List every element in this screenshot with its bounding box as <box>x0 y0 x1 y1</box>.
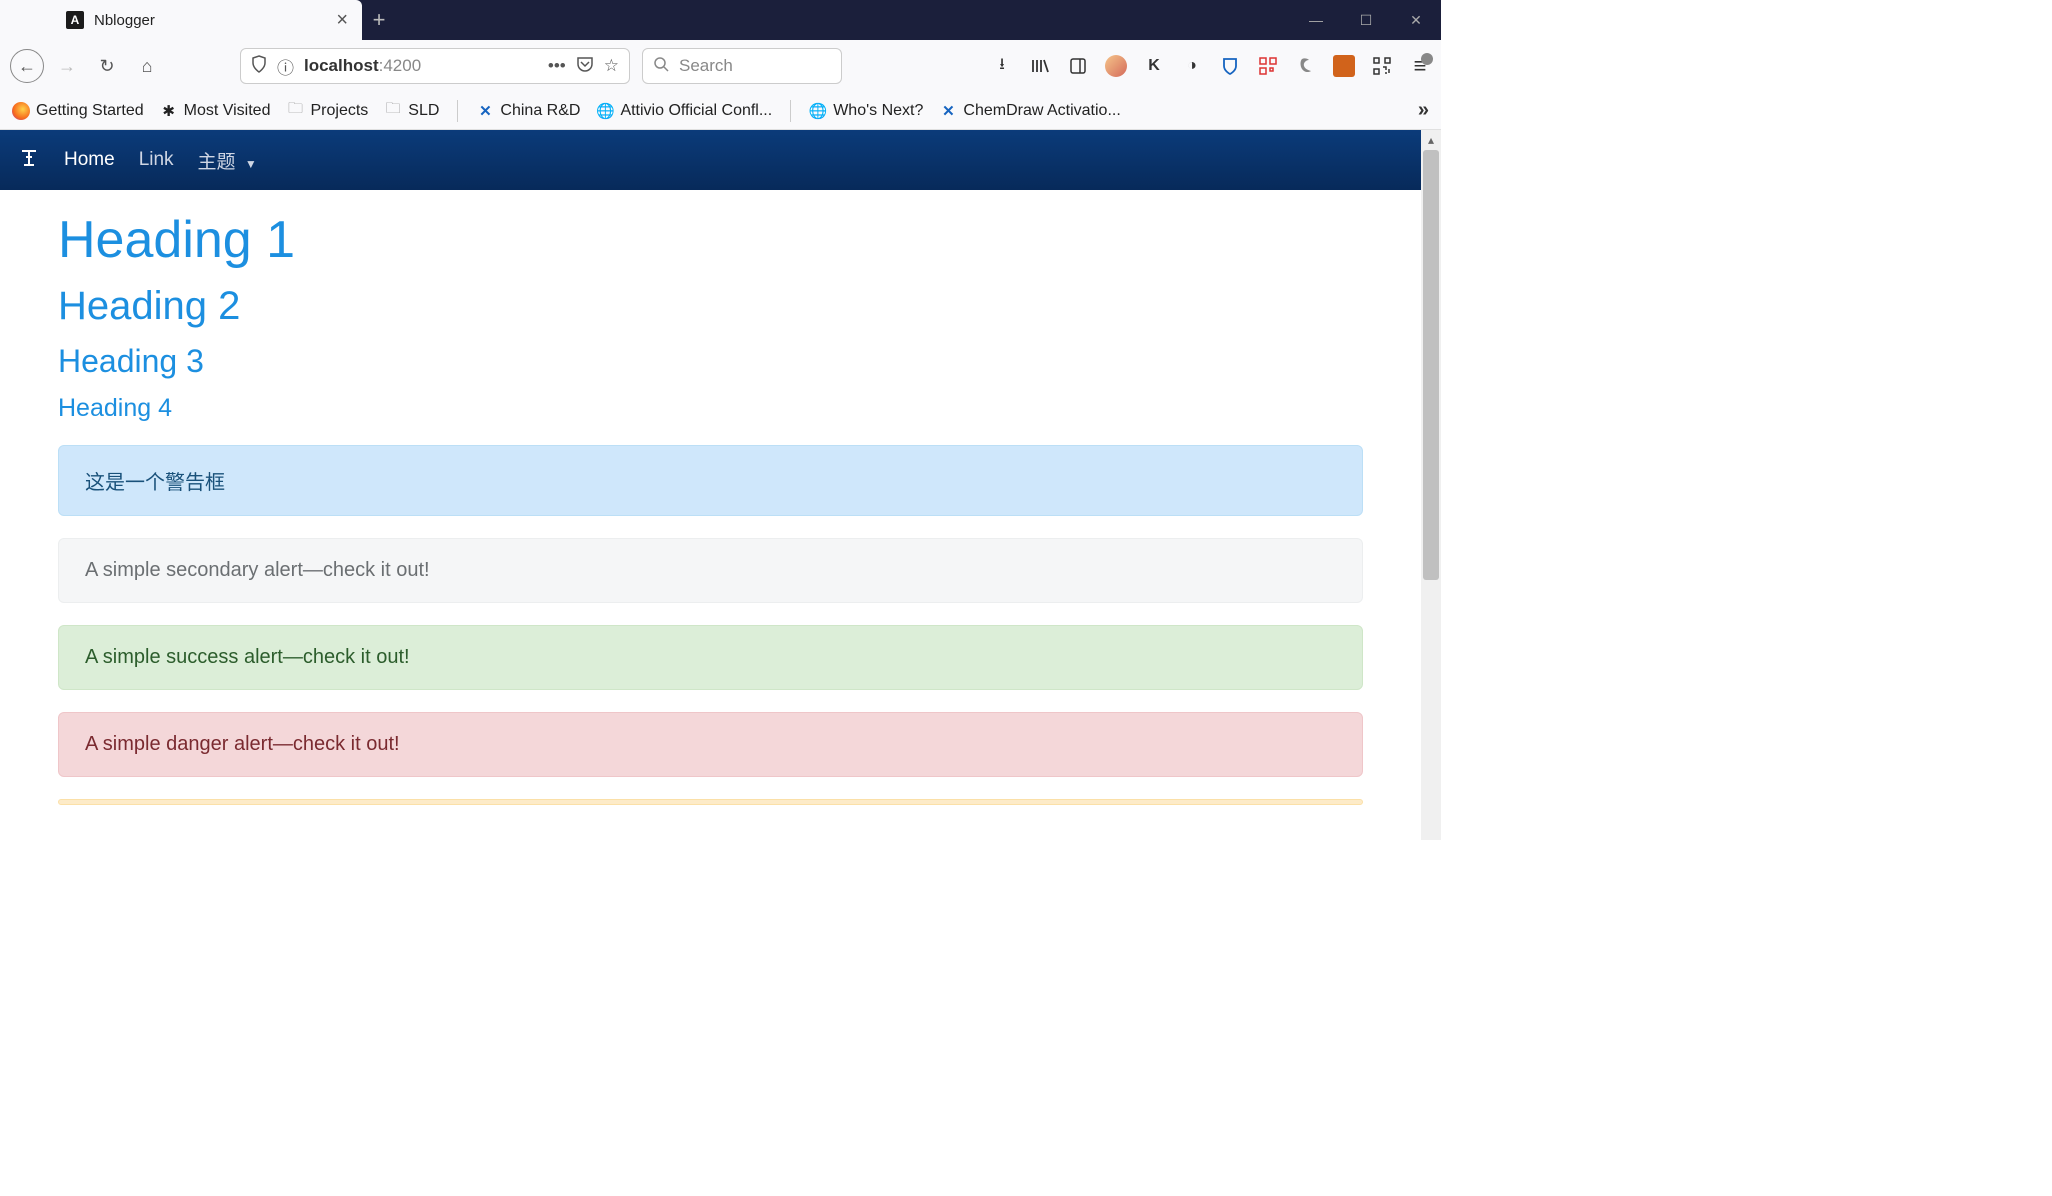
bookmark-label: Getting Started <box>36 102 144 120</box>
url-text: localhost:4200 <box>304 56 421 76</box>
app-navbar: Home Link 主题 ▼ <box>0 130 1421 190</box>
bookmark-chemdraw[interactable]: ✕ ChemDraw Activatio... <box>939 102 1120 120</box>
maximize-button[interactable]: ☐ <box>1341 12 1391 29</box>
bookmark-attivio[interactable]: 🌐 Attivio Official Confl... <box>596 102 772 120</box>
scroll-up-button[interactable]: ▴ <box>1421 130 1441 150</box>
extension-orange-icon[interactable] <box>1333 55 1355 77</box>
globe-icon: 🌐 <box>596 102 614 120</box>
bookmark-label: China R&D <box>500 102 580 120</box>
bookmark-label: Most Visited <box>184 102 271 120</box>
bookmark-label: Who's Next? <box>833 102 923 120</box>
extension-qr2-icon[interactable] <box>1371 55 1393 77</box>
extension-bitwarden-icon[interactable] <box>1219 55 1241 77</box>
forward-button[interactable]: → <box>50 49 84 83</box>
bookmark-separator <box>790 100 791 122</box>
address-bar[interactable]: ⓘ localhost:4200 ••• ☆ <box>240 48 630 84</box>
pocket-icon[interactable] <box>576 55 594 78</box>
extension-qr-icon[interactable] <box>1257 55 1279 77</box>
globe-icon: 🌐 <box>809 102 827 120</box>
bookmark-separator <box>457 100 458 122</box>
bookmark-whos-next[interactable]: 🌐 Who's Next? <box>809 102 923 120</box>
page-content: Home Link 主题 ▼ Heading 1 Heading 2 Headi… <box>0 130 1421 840</box>
page-actions-icon[interactable]: ••• <box>548 56 566 76</box>
heading-1: Heading 1 <box>58 210 1363 270</box>
page-viewport: Home Link 主题 ▼ Heading 1 Heading 2 Headi… <box>0 130 1441 840</box>
vertical-scrollbar[interactable]: ▴ <box>1421 130 1441 840</box>
extension-k-icon[interactable]: K <box>1143 55 1165 77</box>
nav-link[interactable]: Link <box>139 149 174 171</box>
chevron-down-icon: ▼ <box>245 157 257 171</box>
heading-2: Heading 2 <box>58 284 1363 329</box>
back-button[interactable]: ← <box>10 49 44 83</box>
alert-primary: 这是一个警告框 <box>58 445 1363 516</box>
alert-secondary: A simple secondary alert—check it out! <box>58 538 1363 603</box>
alert-danger: A simple danger alert—check it out! <box>58 712 1363 777</box>
app-menu-button[interactable]: ≡ <box>1409 55 1431 77</box>
scroll-thumb[interactable] <box>1423 150 1439 580</box>
tab-title: Nblogger <box>94 12 326 29</box>
angular-favicon: A <box>66 11 84 29</box>
reader-view-icon[interactable] <box>1067 55 1089 77</box>
heading-4: Heading 4 <box>58 394 1363 423</box>
toolbar-extensions: ⭳ K ◑ ≡ <box>991 55 1431 77</box>
bookmark-most-visited[interactable]: ✱ Most Visited <box>160 102 271 120</box>
browser-tab[interactable]: A Nblogger × <box>52 0 362 40</box>
search-input[interactable] <box>679 56 831 76</box>
close-window-button[interactable]: ✕ <box>1391 12 1441 29</box>
bookmark-label: Attivio Official Confl... <box>620 102 772 120</box>
confluence-icon: ✕ <box>476 102 494 120</box>
firefox-icon <box>12 102 30 120</box>
browser-toolbar: ← → ↻ ⌂ ⓘ localhost:4200 ••• ☆ ⭳ K ◑ <box>0 40 1441 92</box>
bookmark-china-rd[interactable]: ✕ China R&D <box>476 102 580 120</box>
bookmark-label: ChemDraw Activatio... <box>963 102 1120 120</box>
alert-success: A simple success alert—check it out! <box>58 625 1363 690</box>
bookmark-getting-started[interactable]: Getting Started <box>12 102 144 120</box>
folder-icon: 🗀 <box>286 102 304 120</box>
alert-warning-peek <box>58 799 1363 805</box>
bookmarks-overflow-button[interactable]: » <box>1418 99 1429 122</box>
heading-3: Heading 3 <box>58 343 1363 380</box>
bookmark-label: SLD <box>408 102 439 120</box>
account-avatar-icon[interactable] <box>1105 55 1127 77</box>
reload-button[interactable]: ↻ <box>90 49 124 83</box>
downloads-icon[interactable]: ⭳ <box>991 55 1013 77</box>
browser-titlebar: A Nblogger × + — ☐ ✕ <box>0 0 1441 40</box>
confluence-icon: ✕ <box>939 102 957 120</box>
folder-icon: 🗀 <box>384 102 402 120</box>
bookmark-star-icon[interactable]: ☆ <box>604 56 619 76</box>
bookmark-sld[interactable]: 🗀 SLD <box>384 102 439 120</box>
shield-icon <box>251 55 267 78</box>
search-icon <box>653 56 669 77</box>
bookmark-label: Projects <box>310 102 368 120</box>
library-icon[interactable] <box>1029 55 1051 77</box>
close-tab-icon[interactable]: × <box>336 9 348 32</box>
extension-evernote-icon[interactable] <box>1295 55 1317 77</box>
app-logo-icon[interactable] <box>18 145 40 175</box>
bookmarks-bar: Getting Started ✱ Most Visited 🗀 Project… <box>0 92 1441 130</box>
bookmark-projects[interactable]: 🗀 Projects <box>286 102 368 120</box>
new-tab-button[interactable]: + <box>362 0 396 40</box>
info-icon[interactable]: ⓘ <box>277 54 294 79</box>
nav-theme-dropdown[interactable]: 主题 ▼ <box>198 147 257 174</box>
extension-globe-icon[interactable]: ◑ <box>1181 55 1203 77</box>
nav-home[interactable]: Home <box>64 149 115 171</box>
minimize-button[interactable]: — <box>1291 12 1341 28</box>
home-button[interactable]: ⌂ <box>130 49 164 83</box>
nav-theme-label: 主题 <box>198 152 236 173</box>
main-content: Heading 1 Heading 2 Heading 3 Heading 4 … <box>0 190 1421 825</box>
window-controls: — ☐ ✕ <box>1291 0 1441 40</box>
search-bar[interactable] <box>642 48 842 84</box>
gear-icon: ✱ <box>160 102 178 120</box>
